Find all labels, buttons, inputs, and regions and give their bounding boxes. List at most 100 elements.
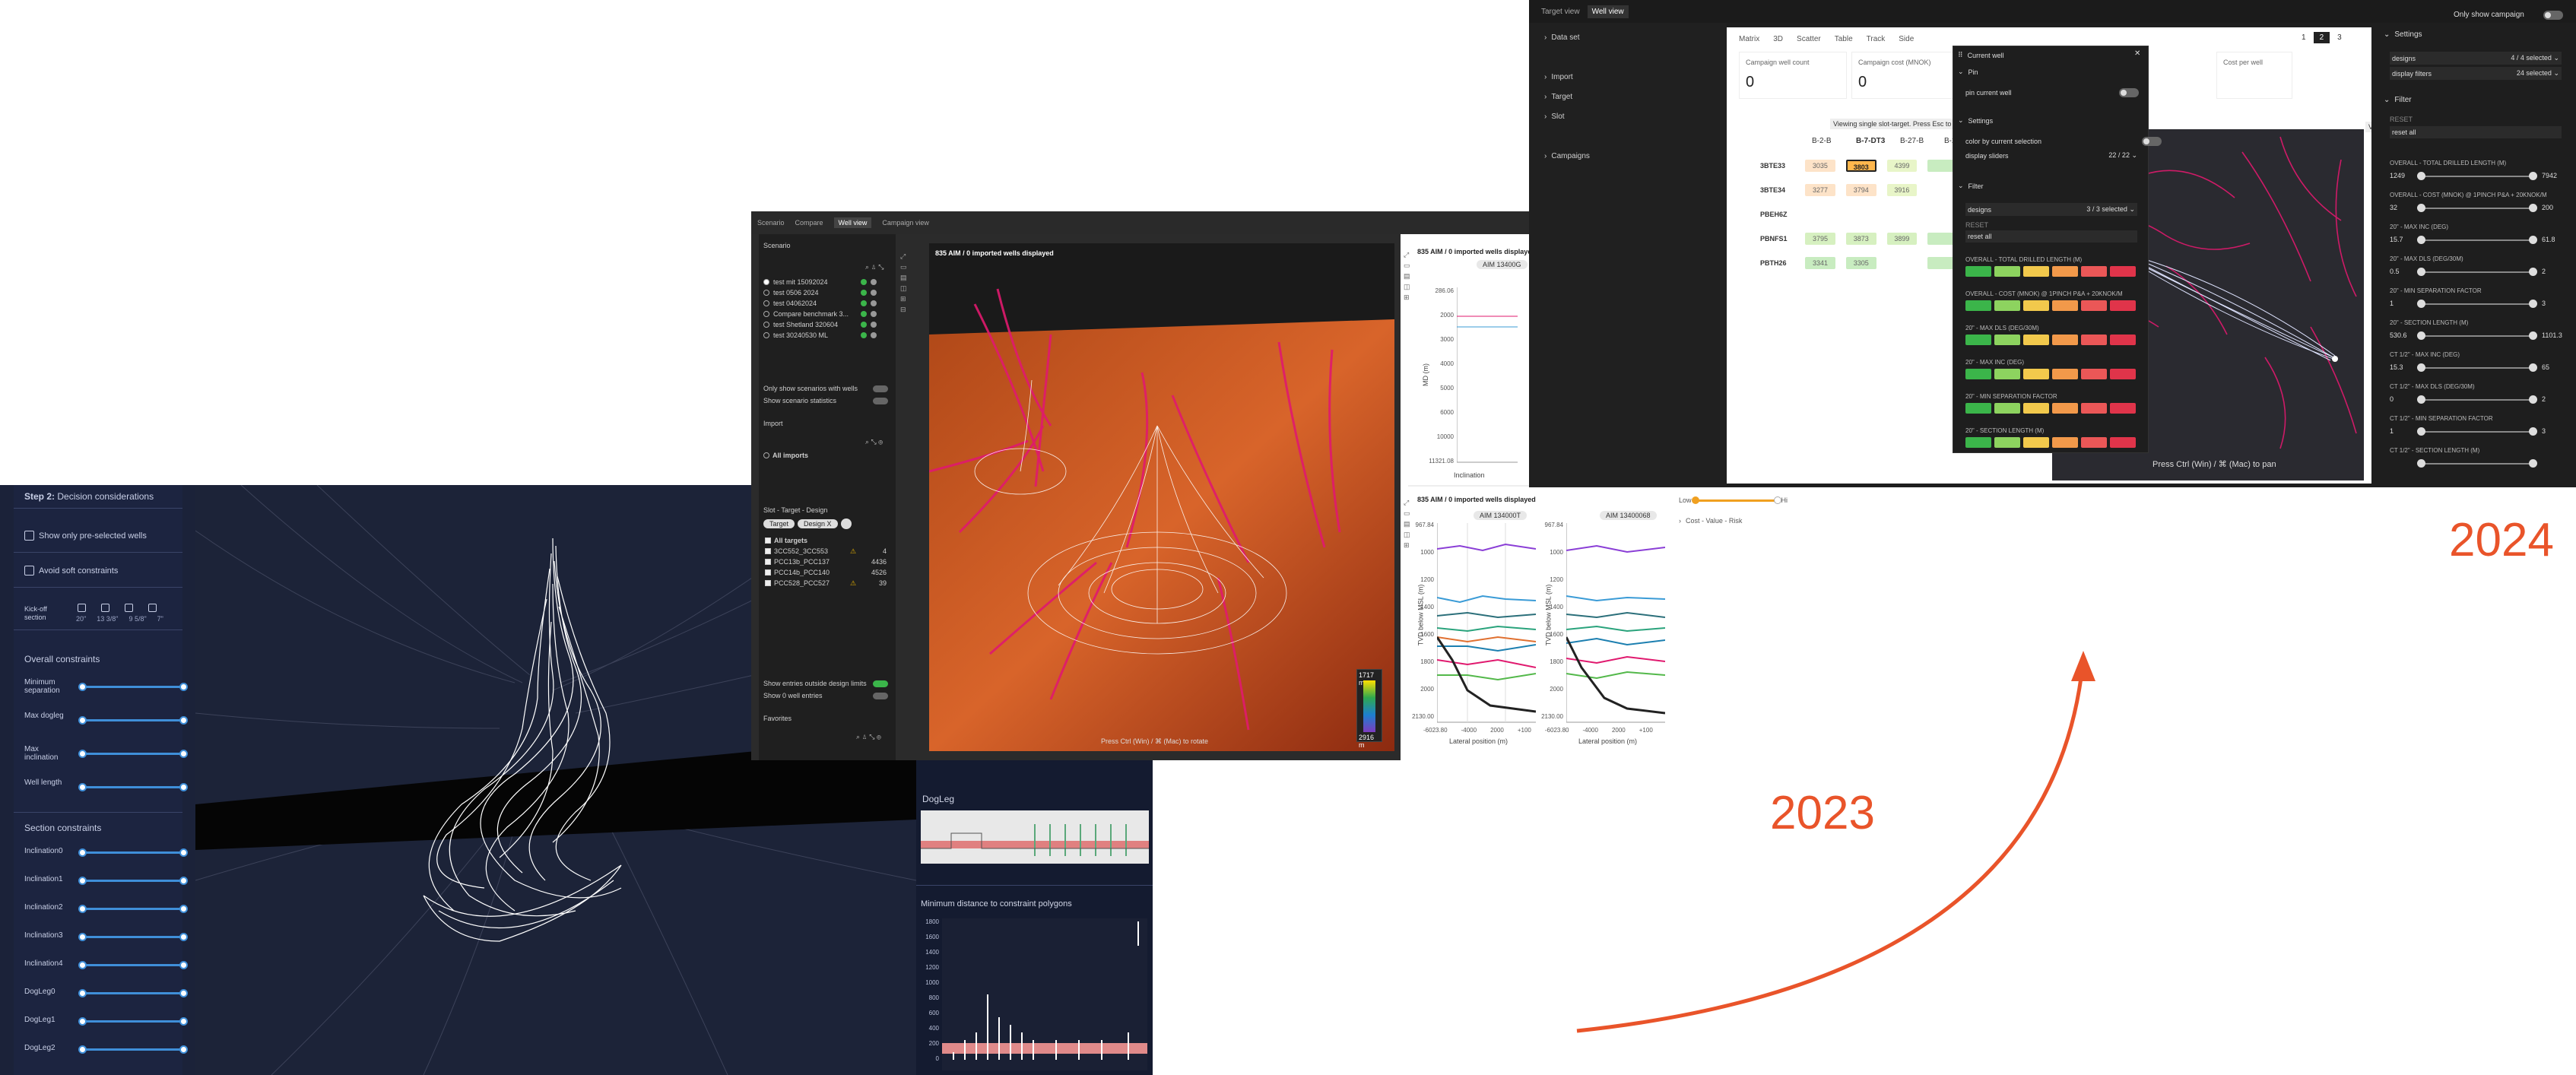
kickoff-checkboxes[interactable] bbox=[78, 604, 157, 612]
overall-slider[interactable] bbox=[78, 783, 188, 791]
scenario-item[interactable]: test mit 15092024 bbox=[763, 277, 893, 287]
matrix-cell[interactable] bbox=[1846, 208, 1876, 220]
pagination[interactable]: 1 2 3 bbox=[2302, 32, 2342, 43]
section-slider[interactable] bbox=[78, 989, 188, 997]
metric-color-bar[interactable] bbox=[1965, 266, 2145, 277]
scenario-item[interactable]: test 0506 2024 bbox=[763, 287, 893, 298]
matrix-cell[interactable]: 3305 bbox=[1845, 257, 1876, 269]
matrix-cell[interactable] bbox=[1887, 208, 1918, 220]
rp-reset-all[interactable]: reset all bbox=[2390, 126, 2562, 138]
zero-well-toggle[interactable]: Show 0 well entries bbox=[763, 692, 823, 699]
only-campaign-toggle[interactable] bbox=[2543, 11, 2563, 20]
metric-color-bar[interactable] bbox=[1965, 437, 2145, 448]
metric-color-bar[interactable] bbox=[1965, 335, 2145, 345]
zoom-slider[interactable]: Low Hi bbox=[1679, 496, 1788, 504]
filter-slider[interactable] bbox=[2417, 331, 2537, 340]
target-row[interactable]: PCC13b_PCC137 4436 bbox=[765, 557, 893, 567]
metric-color-bar[interactable] bbox=[1965, 369, 2145, 379]
matrix-cell[interactable]: 3035 bbox=[1805, 160, 1835, 172]
matrix-cell[interactable]: 4399 bbox=[1886, 160, 1918, 172]
filter-slider[interactable] bbox=[2417, 172, 2537, 180]
settings-section[interactable]: ⌄ Settings bbox=[1958, 116, 1993, 125]
tab-well-view[interactable]: Well view bbox=[833, 217, 872, 228]
matrix-cell[interactable] bbox=[1805, 208, 1835, 220]
only-wells-toggle[interactable]: Only show scenarios with wells bbox=[763, 385, 858, 392]
soft-constraints-checkbox[interactable]: Avoid soft constraints bbox=[24, 566, 118, 576]
section-slider[interactable] bbox=[78, 961, 188, 969]
tab-well-view[interactable]: Well view bbox=[1587, 5, 1629, 18]
cost-value-risk-row[interactable]: › Cost - Value - Risk bbox=[1679, 517, 1742, 525]
scenario-item[interactable]: test 04062024 bbox=[763, 298, 893, 309]
matrix-cell[interactable]: 3795 bbox=[1805, 233, 1835, 245]
all-imports[interactable]: All imports bbox=[763, 452, 808, 459]
overall-slider[interactable] bbox=[78, 716, 188, 725]
matrix-cell[interactable]: 3873 bbox=[1845, 233, 1876, 245]
matrix-cell[interactable]: 3899 bbox=[1886, 233, 1918, 245]
rp-settings-header[interactable]: ⌄ Settings bbox=[2384, 30, 2422, 39]
rp-filter-header[interactable]: ⌄ Filter bbox=[2384, 96, 2412, 104]
3d-view-2023[interactable]: 835 AIM / 0 imported wells displayed 171… bbox=[928, 243, 1394, 751]
rp-display-filters-select[interactable]: display filters 24 selected ⌄ bbox=[2390, 67, 2562, 80]
section-slider[interactable] bbox=[78, 1045, 188, 1054]
filter-slider[interactable] bbox=[2417, 268, 2537, 276]
favorites-toolbar-icons[interactable]: ⌕ ♙ ⤡ ⊕ bbox=[856, 733, 881, 741]
import-toolbar-icons[interactable]: ⌕ ⤡ ⊕ bbox=[865, 438, 883, 446]
filter-slider[interactable] bbox=[2417, 427, 2537, 436]
tvd-toolbar[interactable]: ⤢ ▭ ▤ ◫ ⊞ bbox=[1404, 497, 1410, 550]
plot-toolbar[interactable]: ⤢ ▭ ▤ ◫ ⊞ bbox=[1404, 249, 1410, 303]
design-filter-button[interactable]: Design X bbox=[798, 519, 838, 528]
matrix-cell[interactable] bbox=[1887, 257, 1918, 269]
scenario-item[interactable]: test 30240530 ML bbox=[763, 330, 893, 341]
tab-scenario[interactable]: Scenario bbox=[757, 219, 785, 227]
target-row[interactable]: 3CC552_3CC553 ⚠ 4 bbox=[765, 546, 893, 557]
view-toolbar[interactable]: ⤢ ▭ ▤ ◫ ⊞ ⊟ bbox=[900, 251, 907, 315]
matrix-cell[interactable]: 3916 bbox=[1886, 184, 1918, 196]
tab-target-view[interactable]: Target view bbox=[1541, 8, 1580, 16]
tab-side[interactable]: Side bbox=[1899, 35, 1914, 43]
section-slider[interactable] bbox=[78, 905, 188, 913]
reset-all-input[interactable]: reset all bbox=[1965, 230, 2137, 243]
overall-slider[interactable] bbox=[78, 683, 188, 691]
matrix-cell[interactable]: 3277 bbox=[1805, 184, 1835, 196]
metric-color-bar[interactable] bbox=[1965, 403, 2145, 414]
tab-scatter[interactable]: Scatter bbox=[1797, 35, 1821, 43]
scenario-item[interactable]: Compare benchmark 3... bbox=[763, 309, 893, 319]
matrix-cell[interactable]: 3803 bbox=[1845, 160, 1876, 172]
matrix-cell[interactable]: 3341 bbox=[1805, 257, 1835, 269]
filter-slider[interactable] bbox=[2417, 459, 2537, 468]
color-by-selection-toggle[interactable] bbox=[2142, 137, 2162, 146]
filter-slider[interactable] bbox=[2417, 363, 2537, 372]
target-row[interactable]: PCC528_PCC527 ⚠ 39 bbox=[765, 578, 893, 588]
pin-section[interactable]: ⌄ Pin bbox=[1958, 68, 1978, 76]
target-filter-button[interactable]: Target bbox=[763, 519, 795, 528]
filter-section[interactable]: ⌄ Filter bbox=[1958, 182, 1984, 190]
tab-compare[interactable]: Compare bbox=[795, 219, 823, 227]
preselected-checkbox[interactable]: Show only pre-selected wells bbox=[24, 531, 147, 541]
filter-slider[interactable] bbox=[2417, 204, 2537, 212]
tvd-chip-b[interactable]: AIM 13400068 bbox=[1600, 511, 1657, 520]
tab-campaign-view[interactable]: Campaign view bbox=[882, 219, 929, 227]
section-slider[interactable] bbox=[78, 877, 188, 885]
tab-matrix[interactable]: Matrix bbox=[1739, 35, 1759, 43]
tvd-chip-a[interactable]: AIM 134000T bbox=[1474, 511, 1528, 520]
pin-current-well-toggle[interactable] bbox=[2119, 88, 2139, 97]
section-slider[interactable] bbox=[78, 1017, 188, 1026]
matrix-cell[interactable]: 3794 bbox=[1845, 184, 1876, 196]
section-slider[interactable] bbox=[78, 933, 188, 941]
nav-campaigns[interactable]: › Campaigns bbox=[1544, 152, 1590, 160]
filter-slider[interactable] bbox=[2417, 300, 2537, 308]
nav-data-set[interactable]: › Data set bbox=[1544, 33, 1580, 42]
close-icon[interactable]: ✕ bbox=[2134, 49, 2140, 58]
tab-table[interactable]: Table bbox=[1835, 35, 1853, 43]
filter-slider[interactable] bbox=[2417, 236, 2537, 244]
outside-limits-toggle[interactable]: Show entries outside design limits bbox=[763, 680, 867, 687]
designs-select[interactable]: designs 3 / 3 selected ⌄ bbox=[1965, 203, 2137, 216]
rp-designs-select[interactable]: designs 4 / 4 selected ⌄ bbox=[2390, 52, 2562, 65]
target-row[interactable]: PCC14b_PCC140 4526 bbox=[765, 567, 893, 578]
scenario-item[interactable]: test Shetland 320604 bbox=[763, 319, 893, 330]
filter-slider[interactable] bbox=[2417, 395, 2537, 404]
nav-target[interactable]: › Target bbox=[1544, 93, 1572, 101]
all-targets[interactable]: All targets bbox=[765, 537, 807, 544]
nav-slot[interactable]: › Slot bbox=[1544, 113, 1565, 121]
nav-import[interactable]: › Import bbox=[1544, 73, 1573, 81]
